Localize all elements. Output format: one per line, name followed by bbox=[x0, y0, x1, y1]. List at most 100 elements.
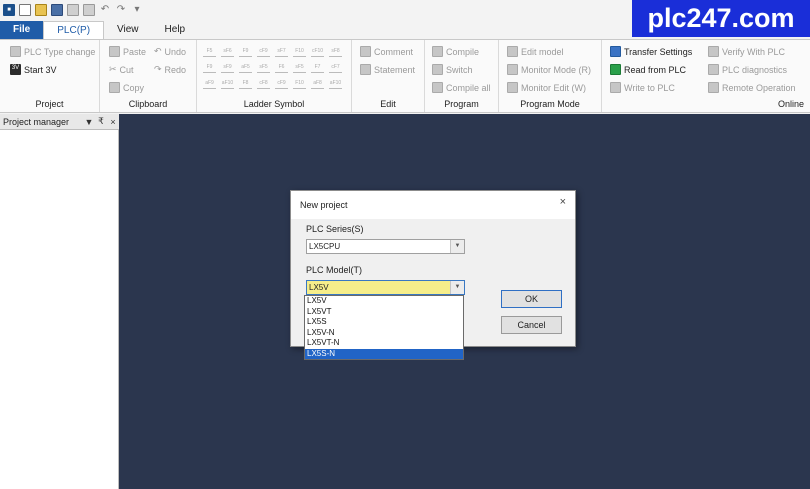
compile-all-button[interactable]: Compile all bbox=[432, 82, 491, 93]
redo-arrow-icon[interactable]: ↷ bbox=[115, 4, 127, 16]
print-icon[interactable] bbox=[83, 4, 95, 16]
group-label-ladder-symbol: Ladder Symbol bbox=[243, 99, 305, 109]
paste-button[interactable]: Paste bbox=[109, 46, 146, 57]
plc-diagnostics-button[interactable]: PLC diagnostics bbox=[708, 64, 787, 75]
ladder-symbol-icon[interactable]: F9 bbox=[203, 61, 216, 73]
ladder-symbol-icon[interactable]: sF7 bbox=[275, 45, 288, 57]
monitor-edit-icon bbox=[507, 82, 518, 93]
save-icon[interactable] bbox=[51, 4, 63, 16]
redo-icon: ↷ bbox=[154, 64, 162, 74]
3v-icon: 3V bbox=[10, 64, 21, 75]
ladder-symbol-icon[interactable]: cF9 bbox=[257, 45, 270, 57]
remote-operation-icon bbox=[708, 82, 719, 93]
ladder-symbol-icon[interactable]: sF6 bbox=[221, 45, 234, 57]
project-manager-tree[interactable] bbox=[0, 130, 119, 489]
ladder-symbol-icon[interactable]: F9 bbox=[239, 45, 252, 57]
ladder-symbol-icon[interactable]: sF5 bbox=[257, 61, 270, 73]
open-folder-icon[interactable] bbox=[35, 4, 47, 16]
start-3v-button[interactable]: 3V Start 3V bbox=[10, 64, 57, 75]
ladder-symbol-icon[interactable]: sF8 bbox=[329, 45, 342, 57]
ladder-symbol-icon[interactable]: F8 bbox=[239, 77, 252, 89]
paste-icon bbox=[109, 46, 120, 57]
dialog-title: New project bbox=[291, 191, 575, 219]
statement-button[interactable]: Statement bbox=[360, 64, 415, 75]
edit-model-icon bbox=[507, 46, 518, 57]
ribbon-group-clipboard: Paste ↶ Undo ✂ Cut ↷ Redo Copy Clipboard bbox=[100, 40, 197, 112]
ladder-symbol-icon[interactable]: aF10 bbox=[329, 77, 342, 89]
ladder-symbol-icon[interactable]: F7 bbox=[311, 61, 324, 73]
remote-operation-button[interactable]: Remote Operation bbox=[708, 82, 796, 93]
transfer-settings-icon bbox=[610, 46, 621, 57]
compile-button[interactable]: Compile bbox=[432, 46, 479, 57]
plc-type-change-button[interactable]: PLC Type change bbox=[10, 46, 95, 57]
ladder-symbol-icon[interactable]: cF8 bbox=[257, 77, 270, 89]
edit-model-button[interactable]: Edit model bbox=[507, 46, 564, 57]
list-item-selected[interactable]: LX5S-N bbox=[305, 348, 463, 359]
ladder-symbol-icon[interactable]: sF9 bbox=[221, 61, 234, 73]
chevron-down-icon[interactable]: ▼ bbox=[450, 240, 464, 253]
chevron-down-icon[interactable]: ▼ bbox=[450, 281, 464, 294]
plc-series-select[interactable]: LX5CPU ▼ bbox=[306, 239, 465, 254]
ladder-symbol-icon[interactable]: F10 bbox=[293, 77, 306, 89]
plc-model-value: LX5V bbox=[309, 283, 329, 292]
tab-file[interactable]: File bbox=[0, 21, 44, 39]
monitor-mode-button[interactable]: Monitor Mode (R) bbox=[507, 64, 591, 75]
tab-view[interactable]: View bbox=[104, 21, 152, 39]
tab-help[interactable]: Help bbox=[152, 21, 199, 39]
ladder-symbol-icon[interactable]: aF5 bbox=[239, 61, 252, 73]
ladder-symbol-icon[interactable]: aF9 bbox=[203, 77, 216, 89]
verify-with-plc-button[interactable]: Verify With PLC bbox=[708, 46, 785, 57]
redo-button[interactable]: ↷ Redo bbox=[154, 64, 186, 75]
monitor-mode-icon bbox=[507, 64, 518, 75]
undo-button[interactable]: ↶ Undo bbox=[154, 46, 186, 57]
chevron-down-icon[interactable]: ▼ bbox=[83, 117, 95, 127]
app-logo-icon: ■ bbox=[3, 4, 15, 16]
ladder-symbol-icon[interactable]: F5 bbox=[203, 45, 216, 57]
switch-button[interactable]: Switch bbox=[432, 64, 473, 75]
list-item[interactable]: LX5S bbox=[305, 317, 463, 328]
group-label-project: Project bbox=[35, 99, 64, 109]
new-file-icon[interactable] bbox=[19, 4, 31, 16]
pin-icon[interactable]: ₹ bbox=[95, 116, 107, 127]
write-to-plc-button[interactable]: Write to PLC bbox=[610, 82, 675, 93]
list-item[interactable]: LX5VT bbox=[305, 307, 463, 318]
list-item[interactable]: LX5VT-N bbox=[305, 338, 463, 349]
ribbon: PLC Type change 3V Start 3V Project Past… bbox=[0, 39, 810, 113]
ladder-symbol-icon[interactable]: cF10 bbox=[311, 45, 324, 57]
ladder-symbol-icon[interactable]: F10 bbox=[293, 45, 306, 57]
plc-model-select[interactable]: LX5V ▼ bbox=[306, 280, 465, 295]
ribbon-group-program: Compile Switch Compile all Program bbox=[425, 40, 499, 112]
monitor-edit-button[interactable]: Monitor Edit (W) bbox=[507, 82, 586, 93]
ribbon-group-edit: Comment Statement Edit bbox=[352, 40, 425, 112]
cancel-button[interactable]: Cancel bbox=[501, 316, 562, 334]
ladder-symbol-icon[interactable]: cF9 bbox=[275, 77, 288, 89]
read-from-plc-button[interactable]: Read from PLC bbox=[610, 64, 686, 75]
cut-button[interactable]: ✂ Cut bbox=[109, 64, 134, 75]
group-label-program-mode: Program Mode bbox=[520, 99, 580, 109]
plc-series-label: PLC Series(S) bbox=[306, 224, 364, 234]
ribbon-tabs: File PLC(P) View Help bbox=[0, 21, 198, 39]
ribbon-group-program-mode: Edit model Monitor Mode (R) Monitor Edit… bbox=[499, 40, 602, 112]
tab-plc[interactable]: PLC(P) bbox=[43, 21, 105, 39]
copy-button[interactable]: Copy bbox=[109, 82, 144, 93]
project-manager-header: Project manager ▼ ₹ × bbox=[0, 114, 119, 130]
download-arrow-icon bbox=[610, 82, 621, 93]
comment-button[interactable]: Comment bbox=[360, 46, 413, 57]
undo-arrow-icon[interactable]: ↶ bbox=[99, 4, 111, 16]
list-item[interactable]: LX5V-N bbox=[305, 328, 463, 339]
ribbon-group-ladder-symbol: F5 sF6 F9 cF9 sF7 F10 cF10 sF8 F9 sF9 aF5 sF5 F6 sF5 F… bbox=[197, 40, 352, 112]
ladder-symbol-icon[interactable]: aF8 bbox=[311, 77, 324, 89]
ladder-symbol-icon[interactable]: sF5 bbox=[293, 61, 306, 73]
print-preview-icon[interactable] bbox=[67, 4, 79, 16]
customize-dropdown-icon[interactable]: ▾ bbox=[131, 4, 143, 16]
ok-button[interactable]: OK bbox=[501, 290, 562, 308]
ladder-symbol-icon[interactable]: aF10 bbox=[221, 77, 234, 89]
ladder-symbol-icon[interactable]: cF7 bbox=[329, 61, 342, 73]
diagnostics-icon bbox=[708, 64, 719, 75]
close-icon[interactable]: × bbox=[107, 117, 119, 127]
list-item[interactable]: LX5V bbox=[305, 296, 463, 307]
transfer-settings-button[interactable]: Transfer Settings bbox=[610, 46, 692, 57]
scissors-icon: ✂ bbox=[109, 64, 117, 74]
ladder-symbol-icon[interactable]: F6 bbox=[275, 61, 288, 73]
close-icon[interactable]: × bbox=[560, 191, 566, 213]
